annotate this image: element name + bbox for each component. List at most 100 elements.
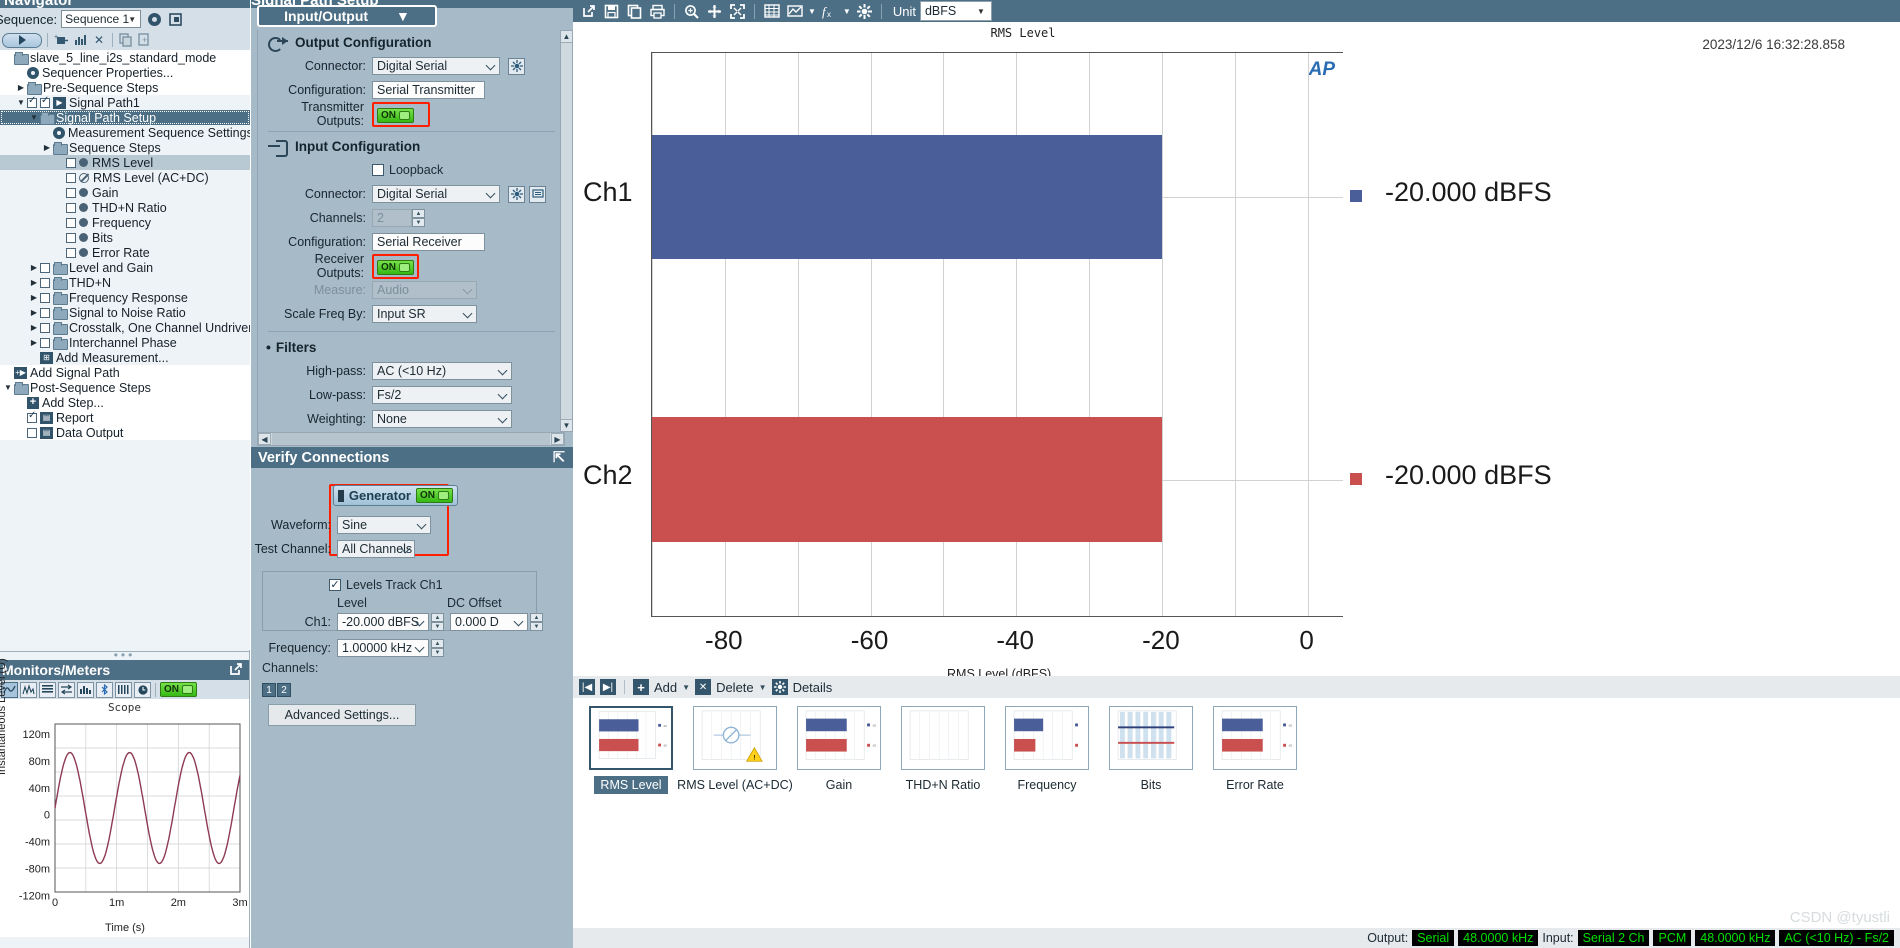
tree-item-checkbox[interactable] xyxy=(66,247,76,258)
add-measurement-icon[interactable] xyxy=(72,32,88,48)
levels-track-checkbox[interactable]: ✓ xyxy=(329,579,341,591)
tree-item-frequency-response[interactable]: ▶ Frequency Response xyxy=(0,290,250,305)
ch1-dc-offset-input[interactable]: 0.000 D xyxy=(450,613,528,631)
tree-item-checkbox[interactable] xyxy=(66,157,76,168)
thumbnail-thd-n-ratio[interactable]: THD+N Ratio xyxy=(891,698,995,926)
transmitter-outputs-toggle[interactable]: ON xyxy=(377,107,414,123)
chart-bar[interactable] xyxy=(652,134,1162,260)
tree-item-thd-n[interactable]: ▶ THD+N xyxy=(0,275,250,290)
scrollbar-thumb[interactable] xyxy=(272,433,550,445)
transfer-icon[interactable] xyxy=(58,681,75,698)
tree-item-checkbox[interactable] xyxy=(27,427,37,438)
tree-item-checkbox[interactable] xyxy=(66,202,76,213)
expand-arrow-icon[interactable]: ▶ xyxy=(28,308,40,317)
ch1-level-stepper[interactable]: ▲ ▼ xyxy=(431,613,444,631)
scale-freq-select[interactable]: Input SR xyxy=(372,305,477,323)
frequency-input[interactable]: 1.00000 kHz xyxy=(337,639,429,657)
function-icon[interactable]: fx xyxy=(819,1,839,21)
thumbnail-rms-level-ac-dc[interactable]: ! RMS Level (AC+DC) xyxy=(677,698,793,926)
tree-item-signal-path-setup[interactable]: ▼ Signal Path Setup xyxy=(0,110,250,125)
tree-item-report[interactable]: ▤Report xyxy=(0,410,250,425)
unit-select[interactable]: dBFS ▼ xyxy=(919,1,992,21)
first-measurement-icon[interactable]: |◀ xyxy=(579,679,595,695)
collapse-icon[interactable]: ⇱ xyxy=(553,450,565,466)
waveform-select[interactable]: Sine xyxy=(337,516,431,534)
panel-grip[interactable]: ••• xyxy=(0,649,249,661)
expand-arrow-icon[interactable]: ▶ xyxy=(28,323,40,332)
tree-item-checkbox[interactable] xyxy=(66,217,76,228)
popout-icon[interactable] xyxy=(229,662,243,679)
tree-item-data-output[interactable]: ▤ Data Output xyxy=(0,425,250,440)
expand-arrow-icon[interactable]: ▶ xyxy=(15,83,27,92)
input-connector-config-icon[interactable] xyxy=(508,185,525,203)
settings-icon[interactable] xyxy=(854,1,874,21)
chevron-down-icon-2[interactable]: ▼ xyxy=(759,683,767,692)
thumbnail-bits[interactable]: Bits xyxy=(1099,698,1203,926)
tree-item-checkbox[interactable] xyxy=(40,307,50,318)
test-channel-select[interactable]: All Channels xyxy=(337,540,415,558)
channel-button-1[interactable]: 1 xyxy=(262,683,276,697)
tree-item-sequence-steps[interactable]: ▶ Sequence Steps xyxy=(0,140,250,155)
expand-arrow-icon[interactable]: ▶ xyxy=(28,278,40,287)
input-channels-stepper[interactable]: ▲ ▼ xyxy=(412,209,425,227)
scroll-down-icon[interactable]: ▼ xyxy=(561,419,572,431)
thumbnail-error-rate[interactable]: -20 -20 Error Rate xyxy=(1203,698,1307,926)
chevron-down-icon-2[interactable]: ▼ xyxy=(843,7,851,16)
expand-arrow-icon[interactable]: ▶ xyxy=(28,293,40,302)
details-label[interactable]: Details xyxy=(793,680,833,695)
generator-power-toggle[interactable]: ON xyxy=(416,488,453,503)
io-vertical-scrollbar[interactable]: ▲ ▼ xyxy=(560,30,573,432)
ch1-level-input[interactable]: -20.000 dBFS xyxy=(337,613,429,631)
tree-item-signal-to-noise-ratio[interactable]: ▶ Signal to Noise Ratio xyxy=(0,305,250,320)
print-icon[interactable] xyxy=(648,1,667,21)
input-connector-select[interactable]: Digital Serial xyxy=(372,185,500,203)
tree-item-checkbox[interactable] xyxy=(27,410,37,423)
bluetooth-icon[interactable] xyxy=(96,681,113,698)
bits-icon[interactable] xyxy=(115,681,132,698)
tree-item-level-and-gain[interactable]: ▶ Level and Gain xyxy=(0,260,250,275)
tree-item-bits[interactable]: Bits xyxy=(0,230,250,245)
zoom-icon[interactable] xyxy=(682,1,701,21)
tree-item-checkbox[interactable] xyxy=(66,172,76,183)
tree-item-thd-n-ratio[interactable]: THD+N Ratio xyxy=(0,200,250,215)
chart-plot-area[interactable]: AP xyxy=(651,52,1343,617)
sequence-lock-icon[interactable] xyxy=(167,10,185,28)
tab-input-output[interactable]: Input/Output ▼ xyxy=(257,5,437,27)
tree-item-checkbox[interactable] xyxy=(66,187,76,198)
copy-icon[interactable] xyxy=(118,32,134,48)
tree-item-slave-5-line-i2s-standard-mode[interactable]: slave_5_line_i2s_standard_mode xyxy=(0,50,250,65)
expand-arrow-icon[interactable]: ▶ xyxy=(28,263,40,272)
tree-item-checkbox[interactable] xyxy=(66,232,76,243)
output-connector-config-icon[interactable] xyxy=(508,57,525,75)
thumbnail-gain[interactable]: -20 -20 Gain xyxy=(787,698,891,926)
clock-icon[interactable] xyxy=(134,681,151,698)
input-connector-monitor-icon[interactable] xyxy=(529,185,546,203)
tree-item-checkbox[interactable] xyxy=(40,95,50,108)
weighting-select[interactable]: None xyxy=(372,410,512,428)
tree-item-frequency[interactable]: Frequency xyxy=(0,215,250,230)
tree-item-error-rate[interactable]: Error Rate xyxy=(0,245,250,260)
sequence-select[interactable]: Sequence 1 ▼ xyxy=(61,10,142,28)
scroll-up-icon[interactable]: ▲ xyxy=(561,31,572,43)
add-signal-path-icon[interactable]: + xyxy=(53,32,69,48)
receiver-outputs-toggle[interactable]: ON xyxy=(377,259,414,275)
chevron-down-icon[interactable]: ▼ xyxy=(682,683,690,692)
expand-arrow-icon[interactable]: ▶ xyxy=(28,338,40,347)
scroll-right-icon[interactable]: ▶ xyxy=(551,433,564,445)
fit-icon[interactable] xyxy=(728,1,747,21)
tree-item-rms-level[interactable]: RMS Level xyxy=(0,155,250,170)
last-measurement-icon[interactable]: ▶| xyxy=(600,679,616,695)
tree-item-rms-level-ac-dc[interactable]: RMS Level (AC+DC) xyxy=(0,170,250,185)
output-configuration-input[interactable]: Serial Transmitter xyxy=(372,81,485,99)
monitors-power-toggle[interactable]: ON xyxy=(160,682,197,697)
details-icon[interactable] xyxy=(771,679,788,695)
highpass-select[interactable]: AC (<10 Hz) xyxy=(372,362,512,380)
tree-item-checkbox[interactable] xyxy=(40,277,50,288)
thumbnail-frequency[interactable]: Frequency xyxy=(995,698,1099,926)
expand-arrow-icon[interactable]: ▶ xyxy=(41,143,53,152)
meter-list-icon[interactable] xyxy=(39,681,56,698)
add-measurement-label[interactable]: Add xyxy=(654,680,677,695)
add-measurement-icon[interactable]: + xyxy=(633,679,649,695)
tree-item-add-signal-path[interactable]: +▶ Add Signal Path xyxy=(0,365,250,380)
tree-item-add-step[interactable]: + Add Step... xyxy=(0,395,250,410)
